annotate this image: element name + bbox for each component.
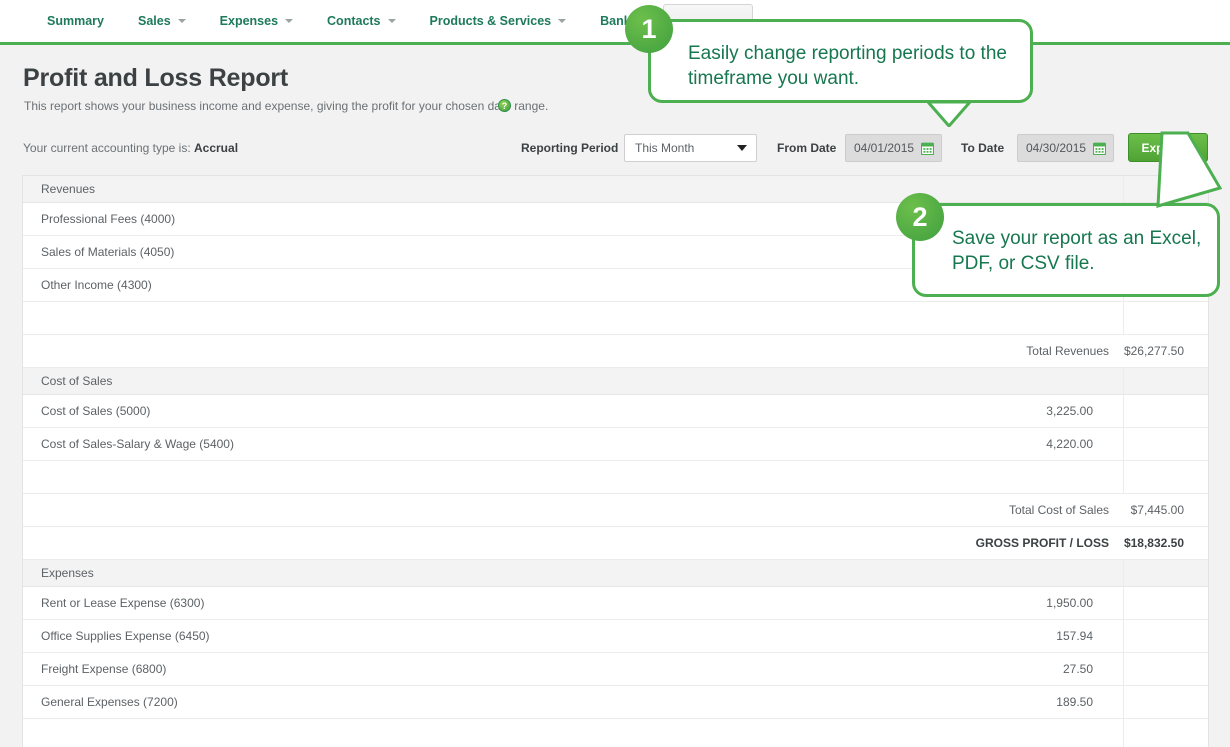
nav-item-label: Sales bbox=[137, 14, 171, 28]
to-date-field[interactable]: 04/30/2015 bbox=[1017, 134, 1114, 162]
total-label: Total Revenues bbox=[1026, 344, 1109, 358]
column-divider bbox=[1123, 620, 1124, 652]
page-subtitle: This report shows your business income a… bbox=[24, 99, 549, 113]
from-date-field[interactable]: 04/01/2015 bbox=[845, 134, 942, 162]
top-navigation-bar: Summary Sales Expenses Contacts Products & S… bbox=[0, 0, 1230, 45]
help-icon[interactable]: ? bbox=[498, 99, 511, 112]
account-amount: 189.50 bbox=[1056, 695, 1093, 709]
section-title: Revenues bbox=[41, 182, 96, 196]
nav-item-label: Products & Services bbox=[429, 14, 552, 28]
table-row[interactable]: Cost of Sales-Salary & Wage (5400) 4,220.… bbox=[23, 428, 1208, 461]
column-divider bbox=[1123, 560, 1124, 586]
section-header-row: Cost of Sales bbox=[23, 368, 1208, 395]
callout-2-text: Save your report as an Excel, PDF, or CS… bbox=[952, 228, 1202, 274]
page-root: Summary Sales Expenses Contacts Products & S… bbox=[0, 0, 1230, 747]
nav-item-summary[interactable]: Summary bbox=[30, 0, 121, 42]
nav-item-list: Summary Sales Expenses Contacts Products & S… bbox=[0, 0, 1230, 42]
spacer-row bbox=[23, 302, 1208, 335]
reporting-period-value: This Month bbox=[635, 141, 695, 155]
total-label: GROSS PROFIT / LOSS bbox=[975, 536, 1109, 550]
nav-item-label: Summary bbox=[47, 14, 104, 28]
column-divider bbox=[1123, 176, 1124, 202]
column-divider bbox=[1123, 686, 1124, 718]
reporting-period-label: Reporting Period bbox=[521, 141, 619, 155]
table-row[interactable]: Cost of Sales (5000) 3,225.00 bbox=[23, 395, 1208, 428]
account-label: Office Supplies Expense (6450) bbox=[41, 629, 210, 643]
nav-item-expenses[interactable]: Expenses bbox=[203, 0, 310, 42]
column-divider bbox=[1123, 587, 1124, 619]
total-row: GROSS PROFIT / LOSS $18,832.50 bbox=[23, 527, 1208, 560]
calendar-icon[interactable] bbox=[921, 142, 934, 155]
to-date-value: 04/30/2015 bbox=[1026, 141, 1087, 155]
nav-item-products-services[interactable]: Products & Services bbox=[413, 0, 584, 42]
callout-1-pointer bbox=[926, 101, 972, 127]
nav-item-sales[interactable]: Sales bbox=[121, 0, 203, 42]
callout-2-pointer bbox=[1156, 131, 1222, 208]
spacer-row bbox=[23, 461, 1208, 494]
calendar-icon[interactable] bbox=[1093, 142, 1106, 155]
account-amount: 1,950.00 bbox=[1046, 596, 1093, 610]
account-label: Cost of Sales-Salary & Wage (5400) bbox=[41, 437, 234, 451]
section-header-row: Expenses bbox=[23, 560, 1208, 587]
column-divider bbox=[1123, 719, 1124, 747]
total-row: Total Revenues $26,277.50 bbox=[23, 335, 1208, 368]
column-divider bbox=[1123, 653, 1124, 685]
chevron-down-icon bbox=[285, 19, 294, 23]
column-divider bbox=[1123, 302, 1124, 334]
account-amount: 27.50 bbox=[1062, 662, 1093, 676]
callout-1-badge: 1 bbox=[625, 5, 673, 53]
spacer-row bbox=[23, 719, 1208, 747]
account-label: General Expenses (7200) bbox=[41, 695, 178, 709]
column-divider bbox=[1123, 461, 1124, 493]
chevron-down-icon bbox=[387, 19, 396, 23]
nav-item-label: Contacts bbox=[327, 14, 381, 28]
table-row[interactable]: Rent or Lease Expense (6300) 1,950.00 bbox=[23, 587, 1208, 620]
account-label: Professional Fees (4000) bbox=[41, 212, 176, 226]
section-title: Expenses bbox=[41, 566, 94, 580]
account-label: Freight Expense (6800) bbox=[41, 662, 167, 676]
chevron-down-icon bbox=[558, 19, 567, 23]
section-title: Cost of Sales bbox=[41, 374, 113, 388]
account-label: Cost of Sales (5000) bbox=[41, 404, 151, 418]
total-amount: $7,445.00 bbox=[1130, 503, 1184, 517]
chevron-down-icon bbox=[737, 145, 747, 151]
account-amount: 4,220.00 bbox=[1046, 437, 1093, 451]
column-divider bbox=[1123, 368, 1124, 394]
table-row[interactable]: Freight Expense (6800) 27.50 bbox=[23, 653, 1208, 686]
account-label: Rent or Lease Expense (6300) bbox=[41, 596, 205, 610]
report-filter-bar: Reporting Period This Month From Date 04… bbox=[0, 133, 1230, 173]
table-row[interactable]: Office Supplies Expense (6450) 157.94 bbox=[23, 620, 1208, 653]
total-amount: $18,832.50 bbox=[1123, 536, 1184, 550]
from-date-value: 04/01/2015 bbox=[854, 141, 915, 155]
table-row[interactable]: General Expenses (7200) 189.50 bbox=[23, 686, 1208, 719]
total-label: Total Cost of Sales bbox=[1008, 503, 1109, 517]
section-header-row: Revenues bbox=[23, 176, 1208, 203]
account-label: Sales of Materials (4050) bbox=[41, 245, 175, 259]
account-label: Other Income (4300) bbox=[41, 278, 152, 292]
page-title: Profit and Loss Report bbox=[23, 64, 289, 92]
nav-item-contacts[interactable]: Contacts bbox=[310, 0, 412, 42]
to-date-label: To Date bbox=[961, 141, 1005, 155]
column-divider bbox=[1123, 428, 1124, 460]
reporting-period-select[interactable]: This Month bbox=[624, 134, 757, 162]
chevron-down-icon bbox=[177, 19, 186, 23]
column-divider bbox=[1123, 395, 1124, 427]
account-amount: 157.94 bbox=[1056, 629, 1093, 643]
nav-item-label: Expenses bbox=[219, 14, 279, 28]
total-amount: $26,277.50 bbox=[1123, 344, 1184, 358]
from-date-label: From Date bbox=[777, 141, 837, 155]
callout-1-text: Easily change reporting periods to the t… bbox=[688, 43, 1007, 89]
total-row: Total Cost of Sales $7,445.00 bbox=[23, 494, 1208, 527]
account-amount: 3,225.00 bbox=[1046, 404, 1093, 418]
callout-2-badge: 2 bbox=[896, 193, 944, 241]
